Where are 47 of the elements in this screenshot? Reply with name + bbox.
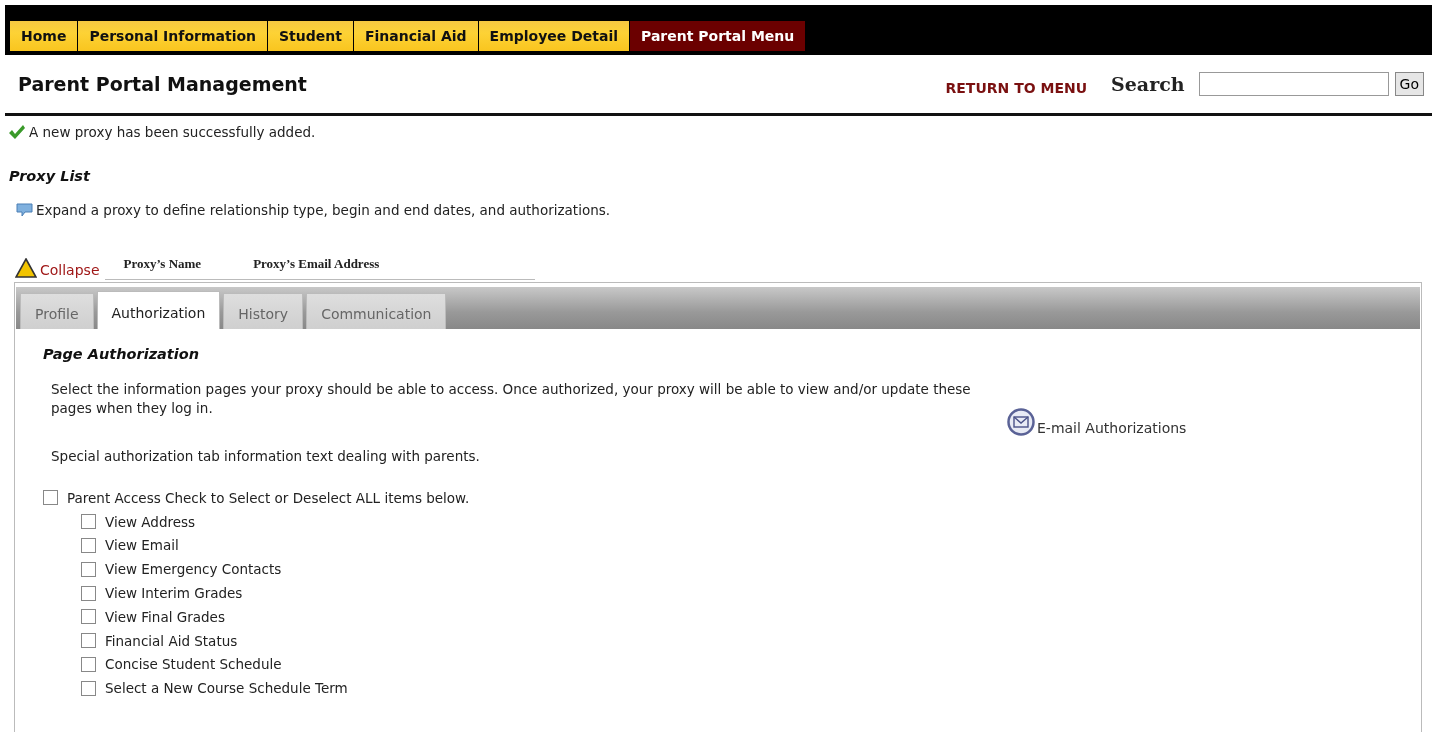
nav-tab[interactable]: Student	[268, 21, 354, 51]
section-title: Proxy List	[8, 168, 92, 184]
return-to-menu-link[interactable]: RETURN TO MENU	[945, 80, 1088, 96]
search-label: Search	[1111, 73, 1185, 95]
checkbox[interactable]	[81, 538, 96, 553]
tab[interactable]: History	[223, 293, 304, 329]
checkbox-label: Select a New Course Schedule Term	[105, 680, 348, 697]
authorization-title: Page Authorization	[43, 346, 201, 362]
email-authorizations-link[interactable]: E-mail Authorizations	[1037, 420, 1187, 436]
checkbox[interactable]	[81, 514, 96, 530]
tab[interactable]: Authorization	[96, 291, 221, 329]
checkbox-label: View Address	[105, 513, 196, 530]
info-text: Expand a proxy to define relationship type, begin and end dates, and authorizations.	[36, 202, 611, 218]
description-text: Select the information pages your proxy should be able to access. Once authorized, your proxy will be able to view and/or update these pages when they log in.	[51, 380, 972, 418]
nav-tab[interactable]: Employee Detail	[478, 21, 630, 51]
checkbox-label: View Final Grades	[105, 608, 225, 625]
checkbox[interactable]	[81, 609, 96, 625]
nav-tab[interactable]: Parent Portal Menu	[630, 21, 807, 51]
collapse-link[interactable]: Collapse	[40, 262, 100, 278]
column-header: Proxy’s Email Address	[253, 256, 380, 273]
checkbox-label: Financial Aid Status	[105, 632, 238, 649]
tab[interactable]: Communication	[306, 293, 447, 329]
checkbox-label: View Email	[105, 537, 179, 554]
checkbox[interactable]	[43, 490, 58, 506]
checkbox-label: Concise Student Schedule	[105, 656, 282, 673]
checkbox-label: View Interim Grades	[105, 585, 243, 602]
speech-bubble-icon	[16, 203, 33, 217]
checkbox[interactable]	[81, 656, 96, 672]
nav-tab[interactable]: Financial Aid	[353, 21, 479, 51]
checkbox-label: View Emergency Contacts	[105, 561, 282, 578]
search-field[interactable]	[1198, 72, 1389, 96]
checkbox-label: Parent Access Check to Select or Deselect ALL items below.	[67, 489, 470, 506]
success-message: A new proxy has been successfully added.	[29, 124, 316, 140]
checkbox[interactable]	[81, 561, 96, 577]
nav-tab[interactable]: Personal Information	[78, 21, 269, 51]
checkmark-icon	[8, 124, 26, 140]
warning-icon	[15, 258, 37, 278]
note-text: Special authorization tab information text dealing with parents.	[51, 448, 481, 464]
column-header: Proxy’s Name	[123, 256, 202, 273]
envelope-icon	[1007, 408, 1035, 436]
tab[interactable]: Profile	[20, 293, 94, 329]
checkbox[interactable]	[81, 585, 96, 601]
checkbox[interactable]	[81, 633, 96, 649]
checkbox[interactable]	[81, 680, 96, 696]
go-button[interactable]: Go	[1394, 72, 1424, 96]
page-title: Parent Portal Management	[18, 73, 308, 95]
nav-tab[interactable]: Home	[10, 21, 79, 51]
